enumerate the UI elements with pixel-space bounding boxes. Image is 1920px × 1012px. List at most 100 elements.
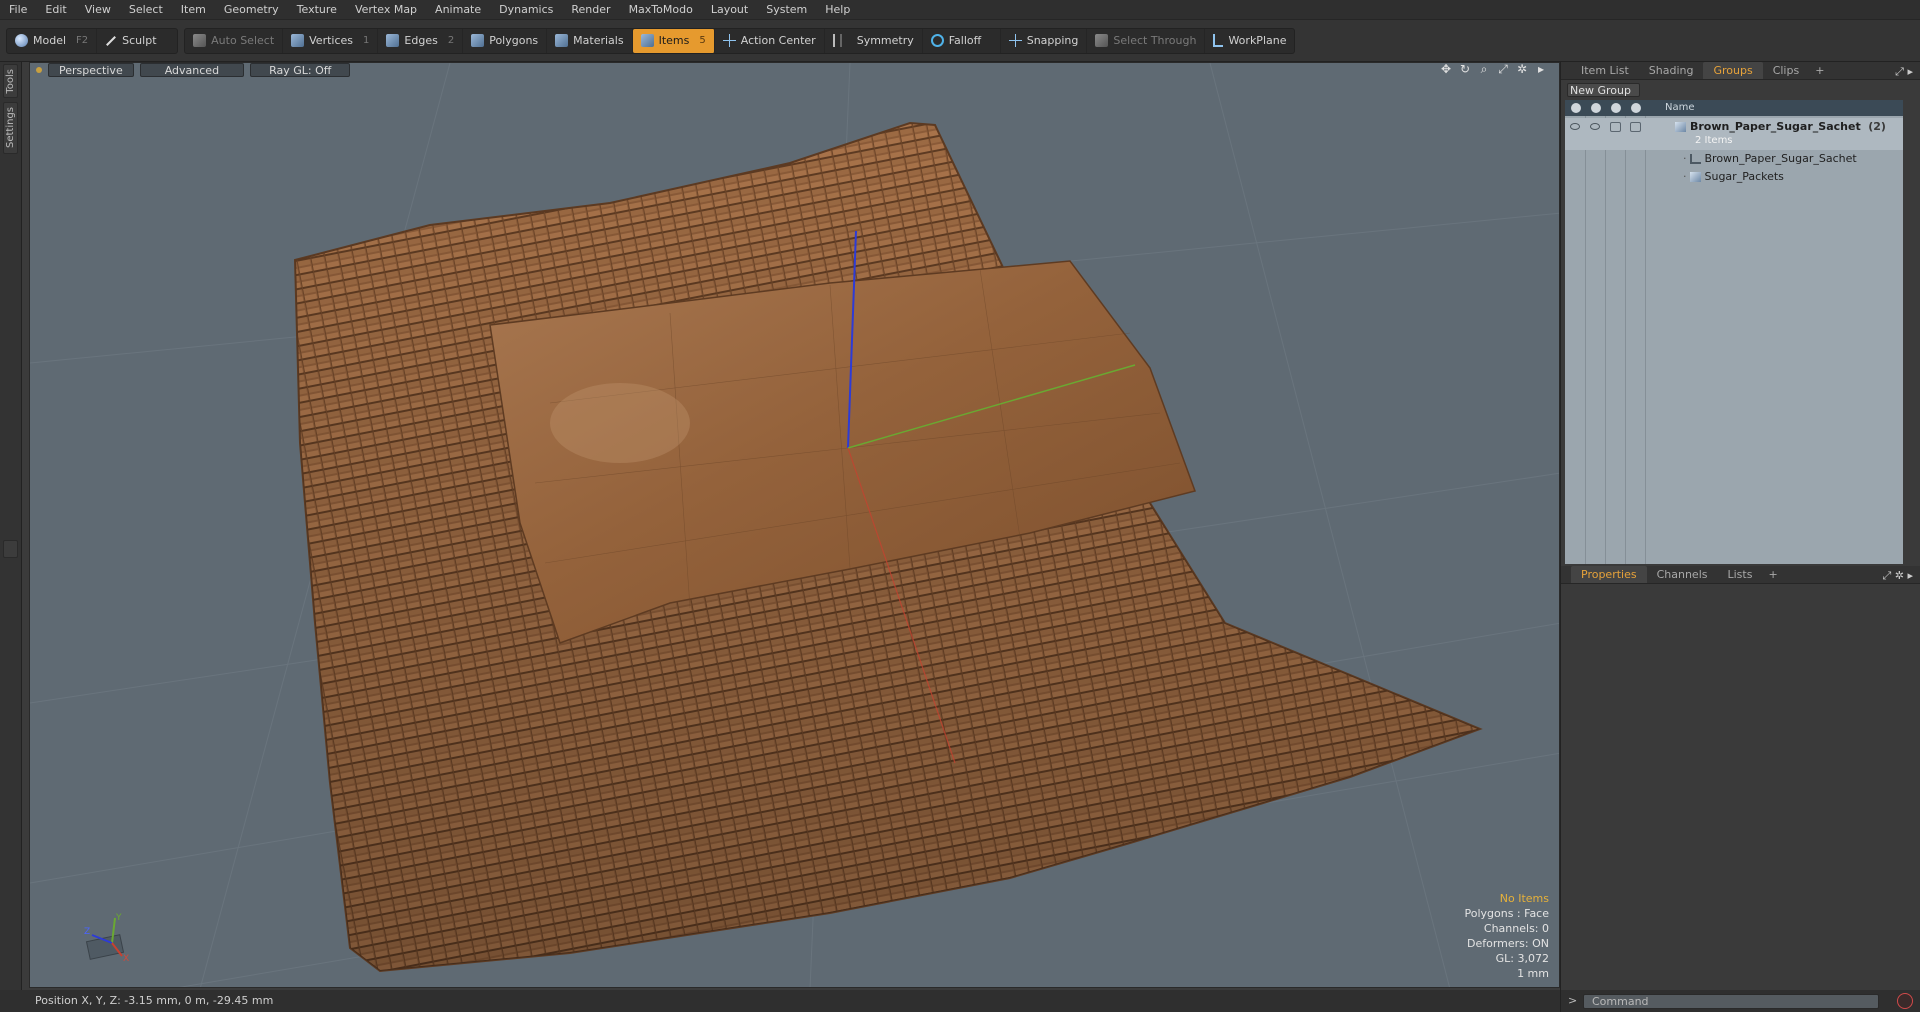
menu-geometry[interactable]: Geometry: [215, 0, 288, 20]
action-center-icon: [722, 34, 736, 47]
tree-row[interactable]: · Brown_Paper_Sugar_Sachet: [1565, 150, 1903, 168]
menu-maxtomodo[interactable]: MaxToModo: [620, 0, 702, 20]
bottom-panel-tabs: Properties Channels Lists + ⤢ ✲ ▸: [1561, 566, 1920, 584]
group-subtitle: 2 Items: [1695, 135, 1733, 146]
zoom-icon[interactable]: ⌕: [1478, 63, 1490, 75]
model-icon: [15, 34, 28, 47]
menu-file[interactable]: File: [0, 0, 36, 20]
select-toggle-icon[interactable]: [1630, 122, 1641, 132]
tree-row[interactable]: · Sugar_Packets: [1565, 168, 1903, 186]
select-through-label: Select Through: [1113, 34, 1197, 47]
falloff-icon: [930, 34, 944, 47]
lock-toggle-icon[interactable]: [1610, 122, 1621, 132]
group-row[interactable]: Brown_Paper_Sugar_Sachet (2) 2 Items: [1565, 118, 1903, 150]
select-column-icon[interactable]: [1631, 103, 1641, 113]
select-through-button[interactable]: Select Through: [1087, 28, 1206, 53]
items-icon: [640, 34, 654, 47]
perspective-tab[interactable]: Perspective: [48, 63, 134, 77]
tab-clips[interactable]: Clips: [1763, 62, 1810, 79]
sculpt-brush-icon: [106, 35, 117, 46]
select-through-icon: [1095, 34, 1109, 47]
menu-item[interactable]: Item: [172, 0, 215, 20]
panel-expand-icon[interactable]: ⤢ ✲ ▸: [1882, 569, 1913, 583]
tree-branch-icon: ·: [1683, 152, 1687, 165]
menu-view[interactable]: View: [76, 0, 120, 20]
gl-info: GL: 3,072: [1495, 952, 1549, 965]
menu-layout[interactable]: Layout: [702, 0, 757, 20]
materials-label: Materials: [573, 34, 624, 47]
gear-icon[interactable]: ✲: [1516, 63, 1528, 75]
viewport-menu-dot-icon[interactable]: [36, 67, 42, 73]
menu-select[interactable]: Select: [120, 0, 172, 20]
command-history-icon[interactable]: >: [1568, 994, 1577, 1007]
shading-mode-tab[interactable]: Advanced: [139, 63, 245, 77]
tab-item-list[interactable]: Item List: [1571, 62, 1639, 79]
edges-button[interactable]: Edges 2: [378, 28, 464, 53]
visibility-column-icon[interactable]: [1571, 103, 1581, 113]
menu-system[interactable]: System: [757, 0, 816, 20]
action-center-label: Action Center: [740, 34, 816, 47]
selection-group: Auto Select Vertices 1 Edges 2 Polygons …: [184, 27, 1296, 54]
model-button[interactable]: Model F2: [7, 28, 98, 53]
channels-info: Channels: 0: [1483, 922, 1549, 935]
action-center-button[interactable]: Action Center: [715, 28, 825, 53]
menu-edit[interactable]: Edit: [36, 0, 75, 20]
tab-groups[interactable]: Groups: [1703, 62, 1763, 79]
render-toggle-icon[interactable]: [1590, 123, 1600, 130]
workplane-button[interactable]: WorkPlane: [1205, 29, 1294, 53]
gizmo-x-label: X: [123, 954, 129, 964]
pan-icon[interactable]: ✥: [1440, 63, 1452, 75]
polygons-label: Polygons: [489, 34, 539, 47]
tab-channels[interactable]: Channels: [1647, 566, 1718, 583]
add-tab-button[interactable]: +: [1809, 62, 1830, 79]
menu-dynamics[interactable]: Dynamics: [490, 0, 562, 20]
menu-render[interactable]: Render: [562, 0, 619, 20]
tab-settings-label: Settings: [5, 107, 16, 149]
sculpt-button[interactable]: Sculpt: [97, 29, 177, 53]
tab-properties[interactable]: Properties: [1571, 566, 1647, 583]
symmetry-button[interactable]: Symmetry: [825, 28, 923, 53]
maximize-icon[interactable]: ⤢: [1497, 63, 1509, 75]
auto-select-button[interactable]: Auto Select: [185, 28, 284, 53]
rotate-icon[interactable]: ↻: [1459, 63, 1471, 75]
menu-bar: File Edit View Select Item Geometry Text…: [0, 0, 1920, 20]
viewport-canvas: Y Z X: [30, 63, 1559, 987]
items-button[interactable]: Items 5: [632, 28, 715, 53]
position-readout: Position X, Y, Z: -3.15 mm, 0 m, -29.45 …: [35, 994, 274, 1007]
raygl-tab[interactable]: Ray GL: Off: [250, 63, 351, 77]
add-tab-button[interactable]: +: [1762, 566, 1783, 583]
new-group-button[interactable]: New Group: [1567, 83, 1640, 97]
menu-vertex-map[interactable]: Vertex Map: [346, 0, 426, 20]
child-item-name: Sugar_Packets: [1704, 170, 1784, 183]
tab-tools[interactable]: Tools: [3, 64, 18, 98]
snapping-button[interactable]: Snapping: [1001, 28, 1088, 53]
expand-arrow-icon[interactable]: ▸: [1535, 63, 1547, 75]
group-icon: [1675, 122, 1686, 132]
tab-settings[interactable]: Settings: [3, 102, 18, 154]
properties-panel: [1561, 584, 1920, 994]
menu-help[interactable]: Help: [816, 0, 859, 20]
tab-lists[interactable]: Lists: [1718, 566, 1763, 583]
symmetry-label: Symmetry: [856, 34, 914, 47]
eye-icon[interactable]: [1570, 123, 1580, 130]
vertices-button[interactable]: Vertices 1: [283, 28, 379, 53]
polygons-button[interactable]: Polygons: [463, 28, 548, 53]
3d-viewport[interactable]: Y Z X Perspective Advanced Ray GL: Off ✥…: [29, 62, 1560, 988]
menu-animate[interactable]: Animate: [426, 0, 490, 20]
command-record-icon[interactable]: [1897, 993, 1913, 1009]
name-column-header[interactable]: Name: [1665, 102, 1695, 113]
falloff-button[interactable]: Falloff: [923, 28, 1001, 53]
menu-texture[interactable]: Texture: [288, 0, 346, 20]
panel-expand-icon[interactable]: ⤢ ▸: [1895, 65, 1913, 79]
left-strip-toggle[interactable]: [3, 540, 18, 558]
materials-button[interactable]: Materials: [547, 28, 633, 53]
tab-shading[interactable]: Shading: [1639, 62, 1704, 79]
workplane-icon: [1213, 34, 1224, 47]
model-label: Model: [33, 34, 67, 47]
lock-column-icon[interactable]: [1611, 103, 1621, 113]
command-input[interactable]: Command: [1583, 994, 1879, 1009]
mode-group: Model F2 Sculpt: [6, 27, 179, 54]
polygons-icon: [471, 34, 485, 47]
render-column-icon[interactable]: [1591, 103, 1601, 113]
tree-branch-icon: ·: [1683, 170, 1687, 183]
